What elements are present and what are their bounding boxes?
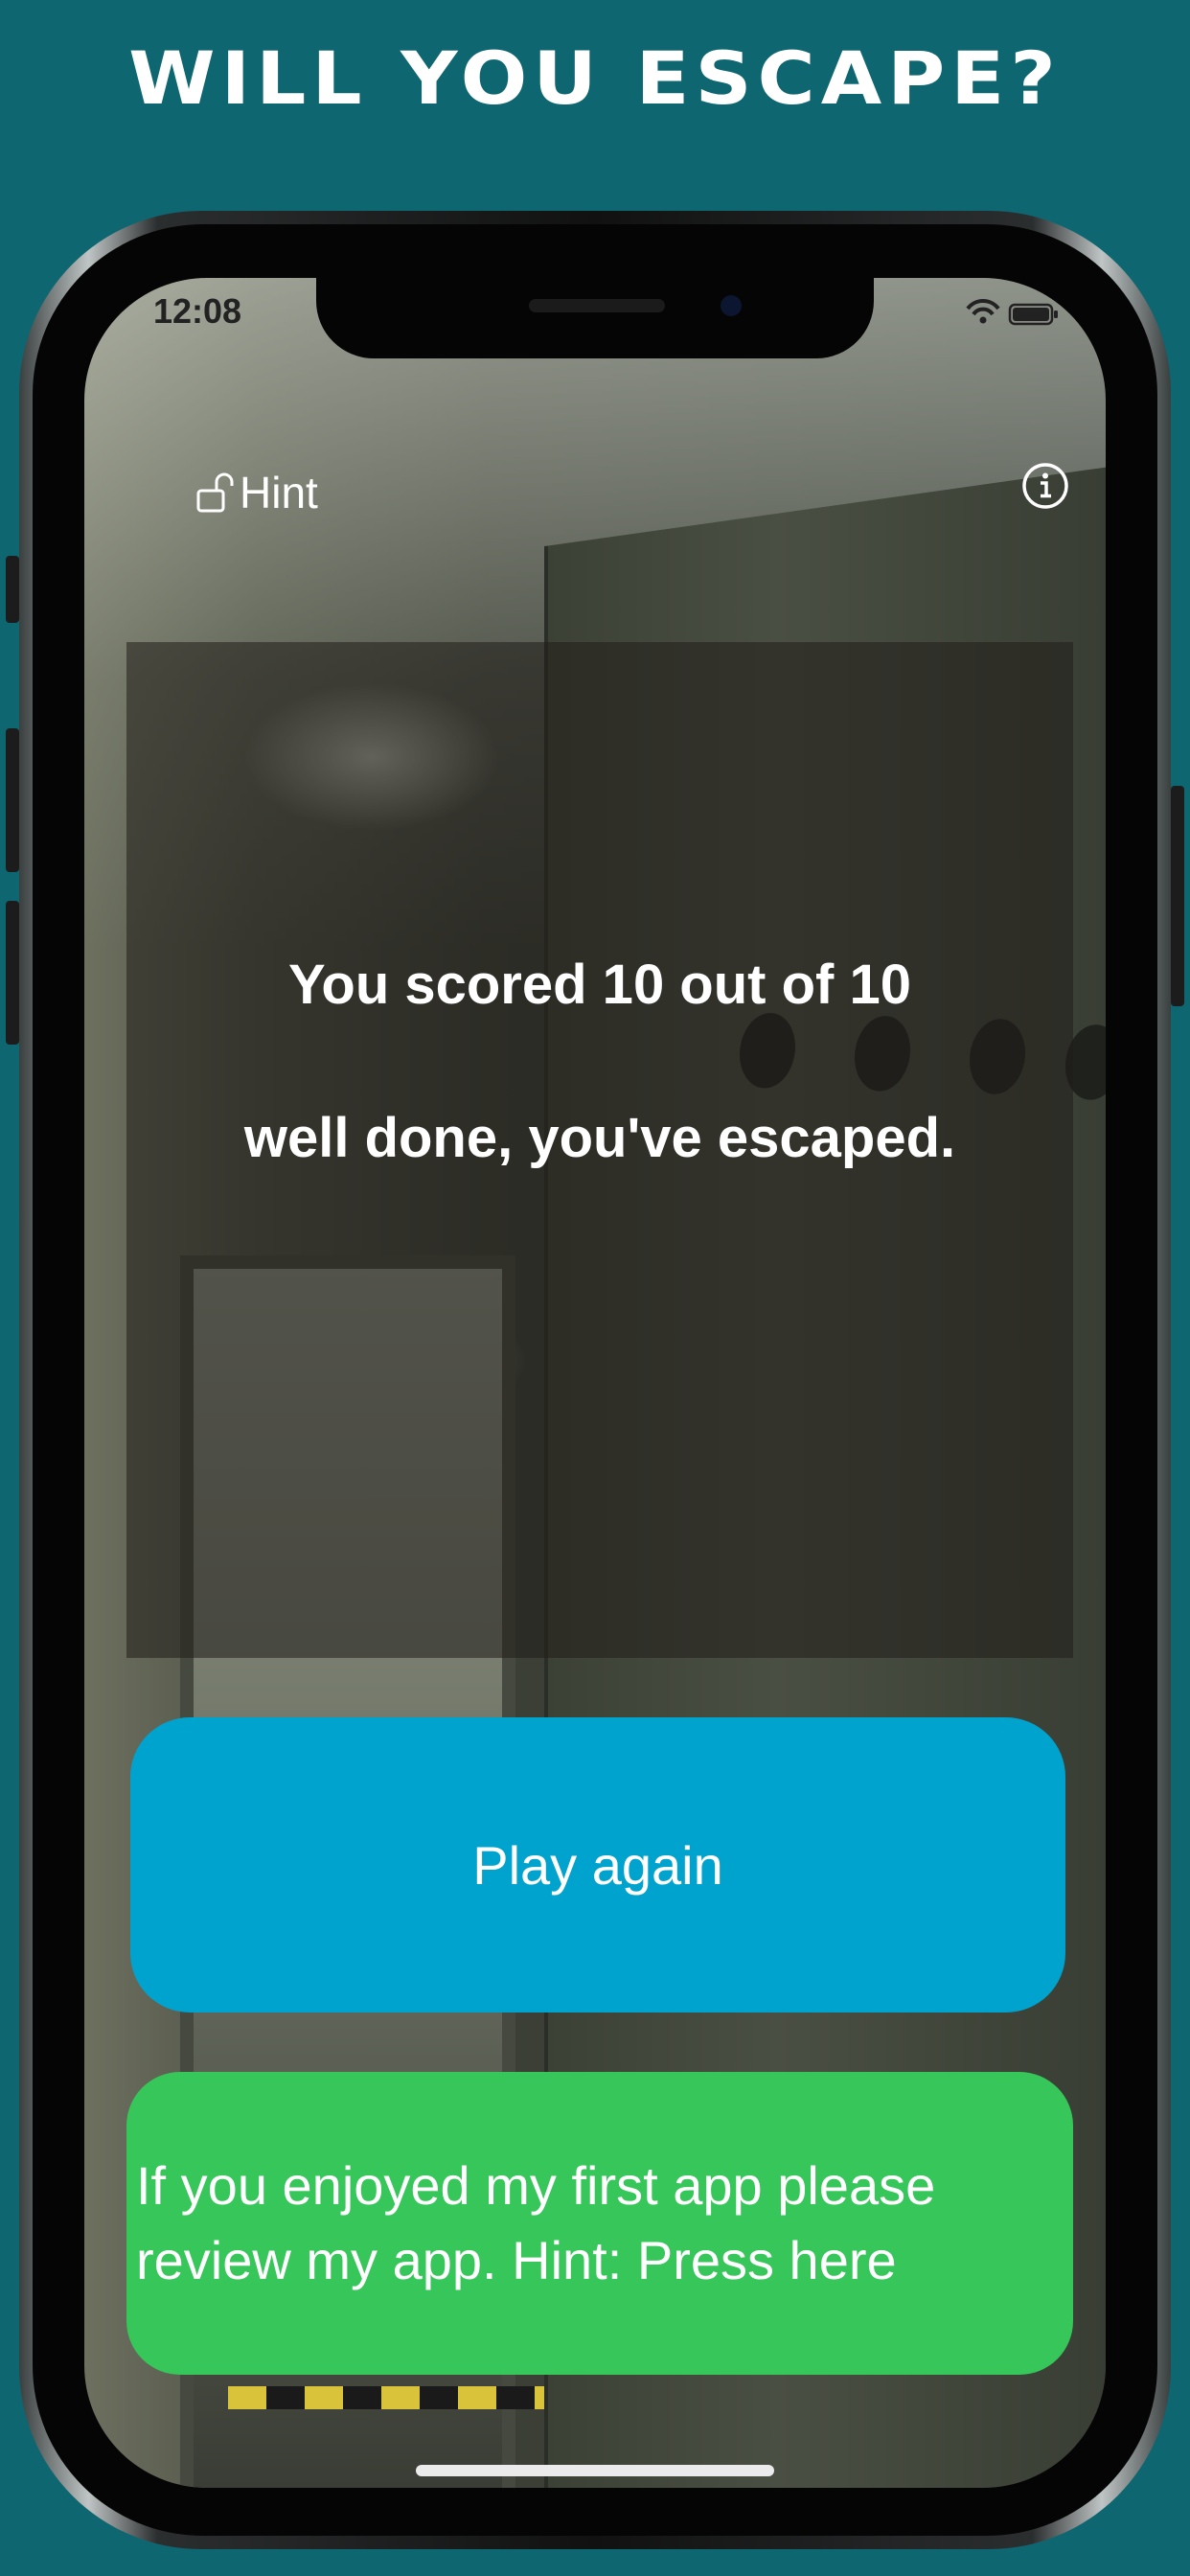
- battery-icon: [1008, 303, 1058, 326]
- hint-button[interactable]: Hint: [195, 464, 318, 521]
- wifi-icon: [966, 299, 1000, 324]
- unlock-icon: [195, 471, 234, 515]
- info-button[interactable]: [1019, 460, 1071, 512]
- status-time: 12:08: [153, 291, 242, 331]
- phone-mute-switch: [6, 556, 19, 623]
- marketing-headline: WILL YOU ESCAPE?: [128, 36, 1062, 122]
- play-again-button[interactable]: Play again: [130, 1717, 1065, 2012]
- phone-volume-down: [6, 901, 19, 1045]
- background-hazard-stripe: [228, 2386, 544, 2409]
- review-app-button[interactable]: If you enjoyed my first app please revie…: [126, 2072, 1073, 2375]
- front-camera: [721, 295, 742, 316]
- earpiece-speaker: [529, 299, 665, 312]
- review-app-label: If you enjoyed my first app please revie…: [136, 2155, 936, 2290]
- phone-power-button: [1171, 786, 1184, 1006]
- info-icon: [1022, 463, 1068, 509]
- hint-label: Hint: [240, 468, 318, 518]
- phone-notch: [316, 278, 874, 358]
- result-message: well done, you've escaped.: [243, 1107, 956, 1169]
- status-icons: [964, 299, 1060, 328]
- result-panel: You scored 10 out of 10 well done, you'v…: [126, 642, 1073, 1658]
- phone-volume-up: [6, 728, 19, 872]
- score-text: You scored 10 out of 10: [288, 954, 911, 1016]
- app-screen: 12:08 Hint You scored 10 out of 10 well …: [84, 278, 1106, 2488]
- play-again-label: Play again: [472, 1834, 723, 1896]
- home-indicator[interactable]: [416, 2465, 774, 2476]
